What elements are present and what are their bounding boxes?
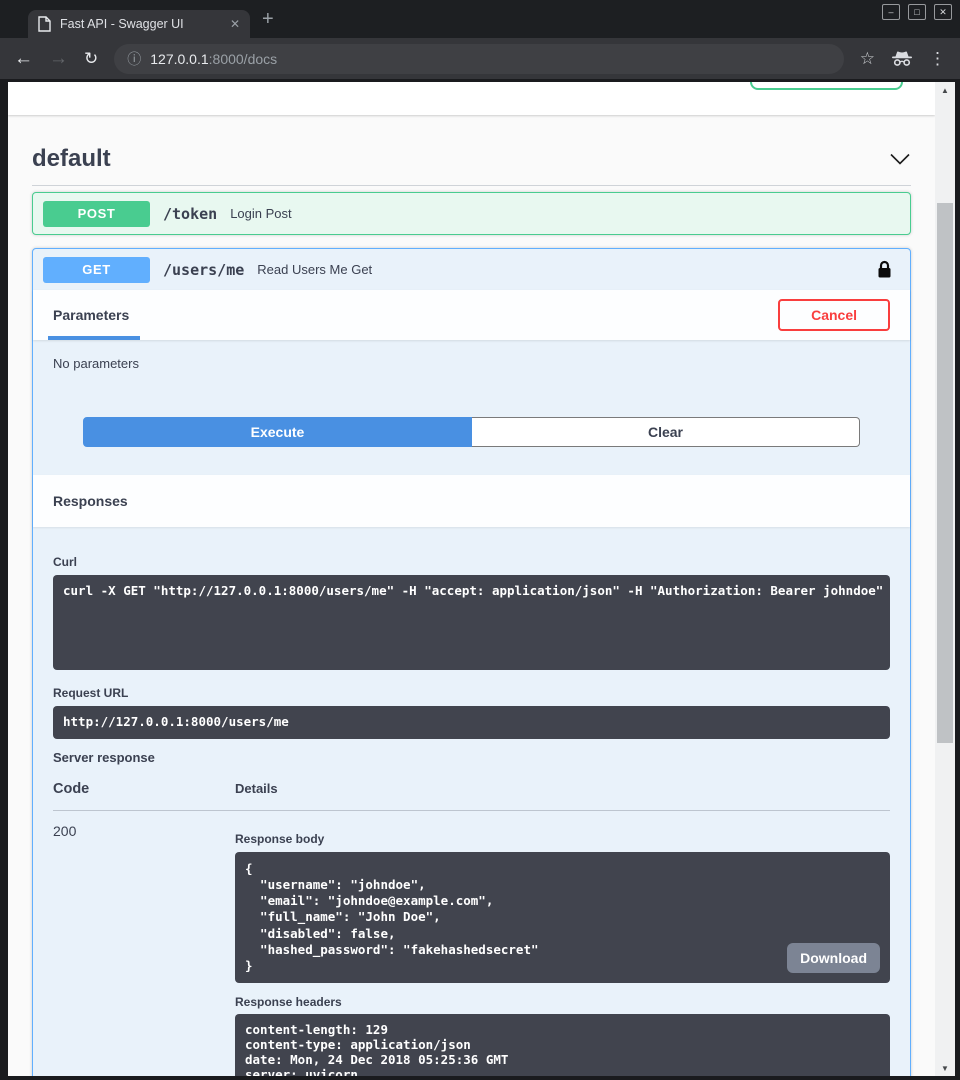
responses-body: Curl curl -X GET "http://127.0.0.1:8000/… <box>33 527 910 1076</box>
curl-command-block: curl -X GET "http://127.0.0.1:8000/users… <box>53 575 890 670</box>
new-tab-button[interactable]: + <box>262 8 274 31</box>
scroll-up-arrow-icon[interactable]: ▲ <box>935 82 955 98</box>
address-bar[interactable]: ⓘ 127.0.0.1:8000/docs <box>114 44 844 74</box>
maximize-button[interactable]: □ <box>908 4 926 20</box>
browser-window: Fast API - Swagger UI ✕ + – □ ✕ ← → ↻ ⓘ … <box>0 0 960 1080</box>
browser-tab[interactable]: Fast API - Swagger UI ✕ <box>28 10 250 38</box>
page-favicon-icon <box>38 16 51 32</box>
request-url-block: http://127.0.0.1:8000/users/me <box>53 706 890 739</box>
curl-label: Curl <box>53 555 890 569</box>
scrollbar-thumb[interactable] <box>937 203 953 743</box>
incognito-icon <box>891 51 913 67</box>
swagger-container: default POST /token Login Post <box>8 143 935 1076</box>
authorize-button[interactable] <box>750 82 903 90</box>
parameters-section-header: Parameters Cancel <box>33 290 910 340</box>
scroll-down-arrow-icon[interactable]: ▼ <box>935 1060 955 1076</box>
parameters-body: No parameters Execute Clear <box>33 340 910 447</box>
request-url: http://127.0.0.1:8000/users/me <box>53 706 890 739</box>
tab-parameters[interactable]: Parameters <box>53 307 129 323</box>
server-response-label: Server response <box>53 750 890 765</box>
opblock-post-token: POST /token Login Post <box>32 192 911 235</box>
execute-button-group: Execute Clear <box>83 417 860 447</box>
opblock-summary[interactable]: POST /token Login Post <box>33 193 910 234</box>
execute-button[interactable]: Execute <box>83 417 472 447</box>
browser-toolbar: ← → ↻ ⓘ 127.0.0.1:8000/docs ☆ ⋮ <box>0 38 960 82</box>
response-body-wrap: { "username": "johndoe", "email": "johnd… <box>235 852 890 983</box>
window-controls: – □ ✕ <box>882 4 952 20</box>
reload-icon[interactable]: ↻ <box>84 50 98 67</box>
response-headers-block: content-length: 129 content-type: applic… <box>235 1014 890 1076</box>
no-parameters-text: No parameters <box>53 356 890 371</box>
endpoint-summary: Login Post <box>230 206 291 221</box>
tab-title: Fast API - Swagger UI <box>60 17 221 31</box>
tab-bar: Fast API - Swagger UI ✕ + – □ ✕ <box>0 0 960 38</box>
tag-section-header[interactable]: default <box>32 143 911 186</box>
opblock-get-users-me: GET /users/me Read Users Me Get Paramete… <box>32 248 911 1076</box>
chevron-down-icon[interactable] <box>889 153 911 165</box>
tab-close-icon[interactable]: ✕ <box>230 17 240 31</box>
server-response-table: Code Details 200 Response body { "userna… <box>53 781 890 1076</box>
page-scrollbar[interactable]: ▲ ▼ <box>935 82 955 1076</box>
response-table-header: Code Details <box>53 781 890 811</box>
curl-command: curl -X GET "http://127.0.0.1:8000/users… <box>53 575 890 608</box>
cancel-button[interactable]: Cancel <box>778 299 890 331</box>
status-code: 200 <box>53 823 235 1076</box>
response-body-label: Response body <box>235 832 890 846</box>
info-icon[interactable]: ⓘ <box>127 49 141 69</box>
bookmark-star-icon[interactable]: ☆ <box>860 49 875 69</box>
responses-title: Responses <box>53 493 128 509</box>
response-details: Response body { "username": "johndoe", "… <box>235 823 890 1076</box>
clear-button[interactable]: Clear <box>472 417 860 447</box>
scheme-container <box>8 82 935 115</box>
tag-title: default <box>32 143 111 175</box>
response-headers-label: Response headers <box>235 995 890 1009</box>
url-text[interactable]: 127.0.0.1:8000/docs <box>150 51 277 67</box>
url-host: 127.0.0.1 <box>150 51 208 67</box>
opblock-summary[interactable]: GET /users/me Read Users Me Get <box>33 249 910 290</box>
lock-icon[interactable] <box>877 260 900 280</box>
close-button[interactable]: ✕ <box>934 4 952 20</box>
forward-icon[interactable]: → <box>49 49 68 68</box>
endpoint-path: /token <box>163 205 217 223</box>
details-column-header: Details <box>235 781 278 797</box>
download-button[interactable]: Download <box>787 943 880 973</box>
back-icon[interactable]: ← <box>14 49 33 68</box>
responses-section-header: Responses <box>33 475 910 527</box>
endpoint-path: /users/me <box>163 261 244 279</box>
method-badge: GET <box>43 257 150 283</box>
minimize-button[interactable]: – <box>882 4 900 20</box>
menu-icon[interactable]: ⋮ <box>929 49 946 69</box>
url-path: :8000/docs <box>209 51 278 67</box>
response-table-row: 200 Response body { "username": "johndoe… <box>53 811 890 1076</box>
response-headers: content-length: 129 content-type: applic… <box>235 1014 890 1076</box>
code-column-header: Code <box>53 781 235 797</box>
method-badge: POST <box>43 201 150 227</box>
swagger-page: default POST /token Login Post <box>8 82 935 1076</box>
request-url-label: Request URL <box>53 686 890 700</box>
endpoint-summary: Read Users Me Get <box>257 262 372 277</box>
active-tab-underline <box>48 336 140 340</box>
content-area: default POST /token Login Post <box>0 82 960 1080</box>
